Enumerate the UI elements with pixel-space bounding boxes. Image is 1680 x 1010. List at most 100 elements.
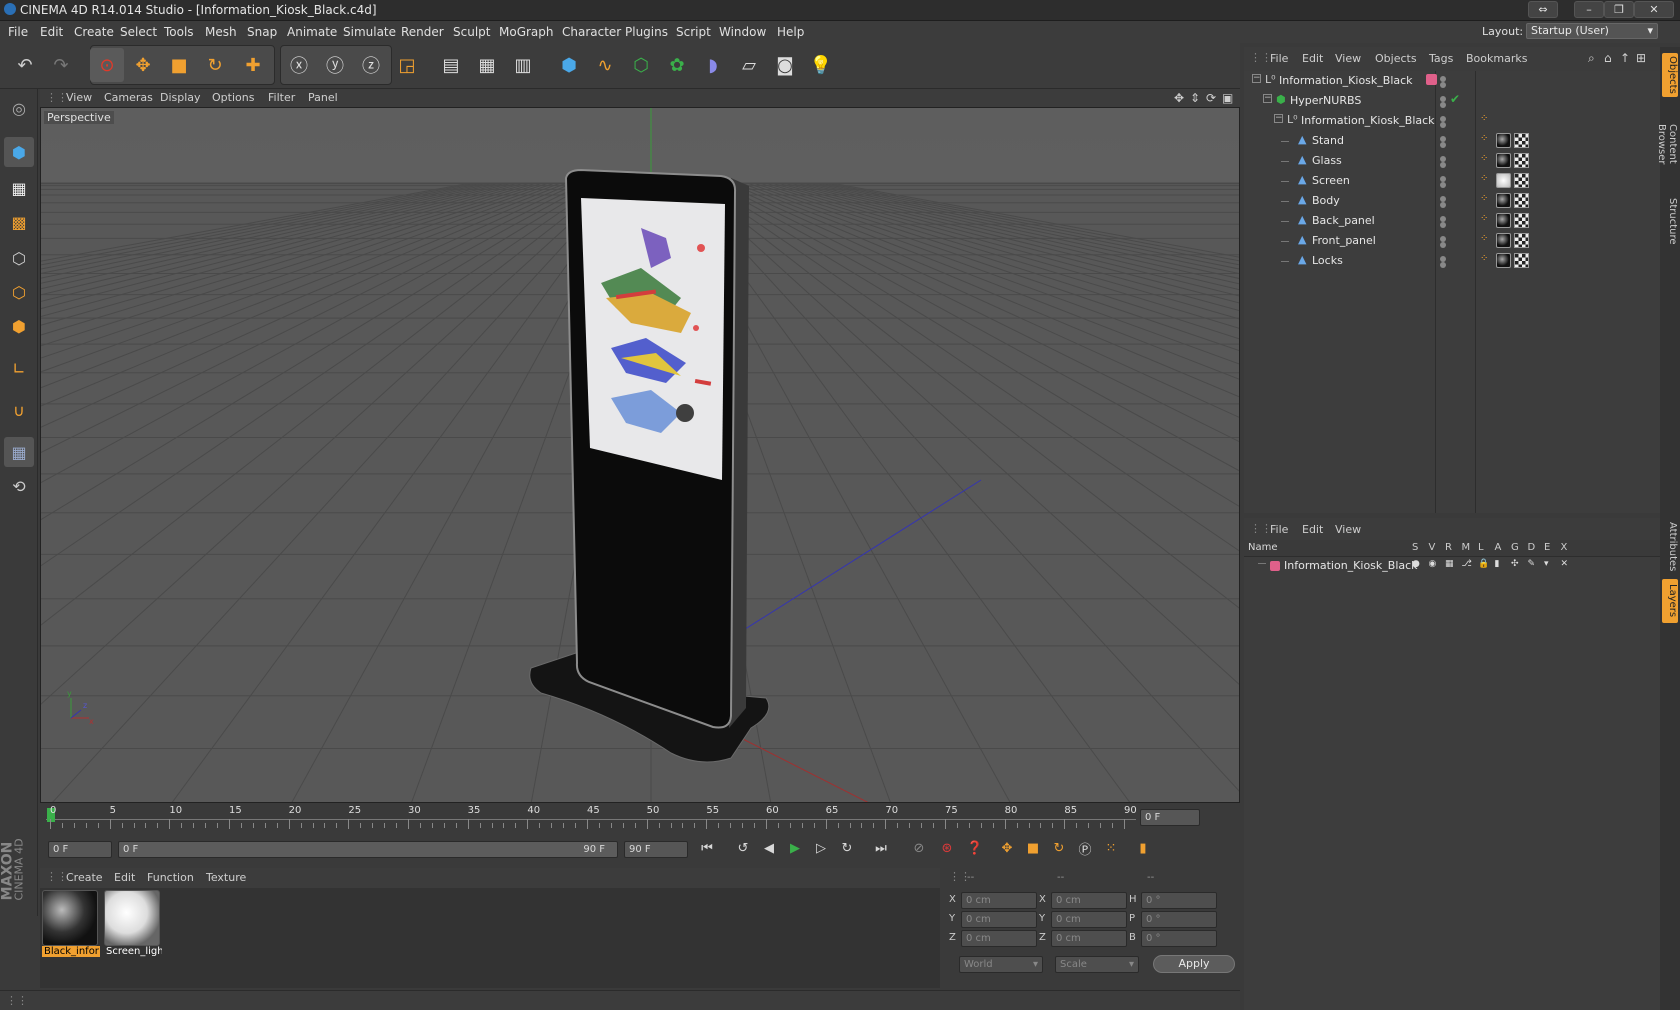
layer-flag-header[interactable]: S xyxy=(1412,542,1418,553)
light-icon[interactable]: 💡 xyxy=(804,48,838,82)
key-pla-icon[interactable]: ⁙ xyxy=(1098,835,1124,861)
timeline[interactable]: 0 5 10 15 20 25 30 35 40 45 50 55 60 65 70 75 80 85 90 0 F xyxy=(40,805,1240,833)
uvw-tag-icon[interactable] xyxy=(1514,173,1529,188)
autokey-icon[interactable]: ⊛ xyxy=(934,835,960,861)
points-mode-icon[interactable]: ⬡ xyxy=(4,243,34,273)
axis-mode-icon[interactable]: ∟ xyxy=(4,353,34,383)
layer-row[interactable]: Information_Kiosk_Black ● ◉ ▦ ⎇ 🔒 ▮ ✣ ✎ ▾ ✕ xyxy=(1244,557,1660,575)
floor-icon[interactable]: ▱ xyxy=(732,48,766,82)
viewport-menu-options[interactable]: Options xyxy=(212,91,254,104)
y-axis-icon[interactable]: ⓨ xyxy=(318,48,352,82)
material-tag-icon[interactable] xyxy=(1496,133,1511,148)
object-row[interactable]: ▲ Glass ⁘ xyxy=(1244,151,1660,171)
next-key-icon[interactable]: ↻ xyxy=(834,835,860,861)
home-icon[interactable]: ⌂ xyxy=(1604,51,1612,65)
render-visibility-dot[interactable] xyxy=(1440,82,1446,88)
material-screen[interactable]: Screen_ligh xyxy=(104,890,162,964)
object-row[interactable]: ▲ Back_panel ⁘ xyxy=(1244,211,1660,231)
render-visibility-dot[interactable] xyxy=(1440,222,1446,228)
render-visibility-dot[interactable] xyxy=(1440,142,1446,148)
object-row[interactable]: ▲ Stand ⁘ xyxy=(1244,131,1660,151)
coordinate-space-select[interactable]: World ▾ xyxy=(959,956,1043,973)
layer-flag-toggle-icon[interactable]: ✣ xyxy=(1511,559,1519,569)
objects-menu-view[interactable]: View xyxy=(1335,52,1361,65)
record-keys-icon[interactable]: ⊘ xyxy=(906,835,932,861)
up-icon[interactable]: ↑ xyxy=(1620,51,1630,65)
material-tag-icon[interactable] xyxy=(1496,153,1511,168)
undo-icon[interactable]: ↶ xyxy=(8,48,42,82)
rotate-icon[interactable]: ↻ xyxy=(198,48,232,82)
layout-dropdown[interactable]: Startup (User) ▾ xyxy=(1526,23,1658,39)
material-menu-function[interactable]: Function xyxy=(147,871,194,884)
end-frame-field[interactable]: 90 F xyxy=(624,841,688,858)
uvw-tag-icon[interactable] xyxy=(1514,193,1529,208)
search-icon[interactable]: ⌕ xyxy=(1588,51,1595,66)
collapse-icon[interactable]: − xyxy=(1252,74,1261,83)
nurbs-icon[interactable]: ⬡ xyxy=(624,48,658,82)
magnet-icon[interactable]: ∪ xyxy=(4,395,34,425)
render-visibility-dot[interactable] xyxy=(1440,102,1446,108)
key-rotation-icon[interactable]: ↻ xyxy=(1046,835,1072,861)
viewport-menu-filter[interactable]: Filter xyxy=(268,91,295,104)
render-visibility-dot[interactable] xyxy=(1440,182,1446,188)
render-picture-viewer-icon[interactable]: ▦ xyxy=(470,48,504,82)
menu-tools[interactable]: Tools xyxy=(164,25,194,39)
material-tag-icon[interactable] xyxy=(1496,193,1511,208)
menu-mograph[interactable]: MoGraph xyxy=(499,25,554,39)
layer-flag-header[interactable]: G xyxy=(1511,542,1519,553)
object-row[interactable]: − L⁰ Information_Kiosk_Black xyxy=(1244,71,1660,91)
tab-content-browser[interactable]: Content Browser xyxy=(1656,103,1678,185)
layer-flag-toggle-icon[interactable]: ▦ xyxy=(1445,559,1454,569)
go-to-end-icon[interactable]: ⏭ xyxy=(868,835,894,861)
object-row[interactable]: − ⬢ HyperNURBS ✔ xyxy=(1244,91,1660,111)
layer-flag-toggle-icon[interactable]: ▮ xyxy=(1495,559,1500,569)
layer-flag-header[interactable]: E xyxy=(1544,542,1550,553)
tab-objects[interactable]: Objects xyxy=(1662,53,1678,97)
layer-flag-header[interactable]: M xyxy=(1462,542,1471,553)
layers-menu-file[interactable]: File xyxy=(1270,523,1288,536)
material-tag-icon[interactable] xyxy=(1496,253,1511,268)
tab-layers[interactable]: Layers xyxy=(1662,579,1678,623)
polygons-mode-icon[interactable]: ⬢ xyxy=(4,311,34,341)
viewport-menu-cameras[interactable]: Cameras xyxy=(104,91,153,104)
objects-menu-edit[interactable]: Edit xyxy=(1302,52,1323,65)
coord-value-field[interactable]: 0 ° xyxy=(1141,911,1217,928)
layer-color-swatch[interactable] xyxy=(1270,561,1280,571)
cube-icon[interactable]: ⬢ xyxy=(552,48,586,82)
viewport-menu-view[interactable]: View xyxy=(66,91,92,104)
timeline-window-icon[interactable]: ▮ xyxy=(1130,835,1156,861)
menu-plugins[interactable]: Plugins xyxy=(625,25,668,39)
material-menu-edit[interactable]: Edit xyxy=(114,871,135,884)
objects-menu-tags[interactable]: Tags xyxy=(1429,52,1453,65)
minimize-button[interactable]: – xyxy=(1574,1,1604,18)
key-position-icon[interactable]: ✥ xyxy=(994,835,1020,861)
orbit-icon[interactable]: ⟳ xyxy=(1206,91,1216,105)
layer-flag-header[interactable]: R xyxy=(1445,542,1452,553)
layer-flag-header[interactable]: A xyxy=(1495,542,1502,553)
menu-sculpt[interactable]: Sculpt xyxy=(453,25,490,39)
previous-frame-icon[interactable]: ◀ xyxy=(756,835,782,861)
layer-flag-toggle-icon[interactable]: ✕ xyxy=(1561,559,1569,569)
edges-mode-icon[interactable]: ⬡ xyxy=(4,277,34,307)
object-row[interactable]: ▲ Locks ⁘ xyxy=(1244,251,1660,271)
menu-snap[interactable]: Snap xyxy=(247,25,277,39)
resize-icon[interactable]: ⇔ xyxy=(1528,1,1558,18)
render-visibility-dot[interactable] xyxy=(1440,242,1446,248)
phong-tag-icon[interactable]: ⁘ xyxy=(1480,113,1488,124)
material-tag-icon[interactable] xyxy=(1496,233,1511,248)
render-settings-icon[interactable]: ▥ xyxy=(506,48,540,82)
layer-flag-toggle-icon[interactable]: ✎ xyxy=(1528,559,1536,569)
spline-icon[interactable]: ∿ xyxy=(588,48,622,82)
menu-file[interactable]: File xyxy=(8,25,28,39)
layer-flag-toggle-icon[interactable]: ◉ xyxy=(1429,559,1437,569)
coordinate-mode-select[interactable]: Scale ▾ xyxy=(1055,956,1139,973)
layer-flag-toggle-icon[interactable]: ⎇ xyxy=(1462,559,1472,569)
layers-menu-view[interactable]: View xyxy=(1335,523,1361,536)
layer-flag-toggle-icon[interactable]: ● xyxy=(1412,559,1420,569)
add-icon[interactable]: ✚ xyxy=(236,48,270,82)
key-scale-icon[interactable]: ■ xyxy=(1020,835,1046,861)
move-icon[interactable]: ✥ xyxy=(126,48,160,82)
collapse-icon[interactable]: − xyxy=(1263,94,1272,103)
viewport-3d[interactable]: y x z Perspective xyxy=(40,107,1240,803)
material-menu-texture[interactable]: Texture xyxy=(206,871,246,884)
